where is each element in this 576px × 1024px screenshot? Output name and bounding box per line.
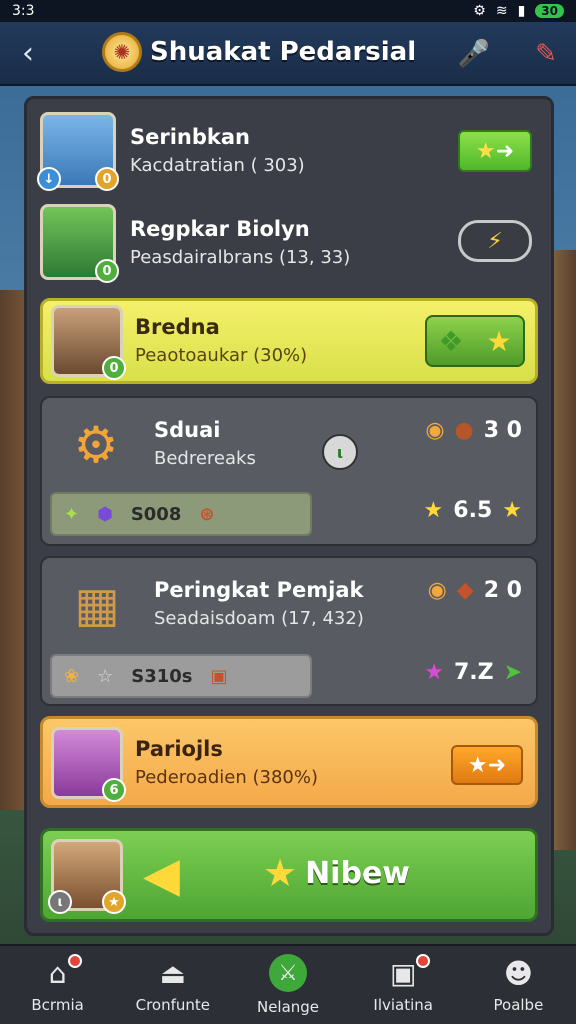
profile-icon: ☻ xyxy=(503,956,533,990)
rank-badge: 0 xyxy=(95,259,119,283)
player-stat: Pederoadien (380%) xyxy=(135,767,318,788)
entry-name: Sduai xyxy=(154,418,221,442)
player-stat: Peasdairalbrans (13, 33) xyxy=(130,246,351,268)
star-icon: ★ xyxy=(263,851,298,895)
arrow-left-icon: ◀ xyxy=(143,847,180,903)
score: 2 0 xyxy=(483,578,522,603)
treasure-chest-icon: ▦ xyxy=(74,577,120,633)
level-badge-icon: ι xyxy=(48,890,72,914)
microphone-icon[interactable]: 🎤 xyxy=(456,36,492,72)
arrow-right-button[interactable]: ★➜ xyxy=(451,745,523,785)
resource-bar: ❀ ☆ S310s ▣ xyxy=(50,654,312,698)
player-name: Bredna xyxy=(135,315,220,339)
crate-icon: ▣ xyxy=(210,665,228,687)
player-name: Serinbkan xyxy=(130,124,250,149)
coin-icon: ◉ xyxy=(427,578,447,603)
acorn-icon: ● xyxy=(454,418,474,443)
entry-sub: Bedrereaks xyxy=(154,448,256,469)
star-outline-icon: ☆ xyxy=(97,665,114,687)
notification-dot xyxy=(415,954,430,968)
nav-item-gallery[interactable]: ▣ Ilviatina xyxy=(346,946,461,1024)
paw-icon: ❀ xyxy=(64,665,80,687)
nav-item-home[interactable]: ⌂ Bcrmia xyxy=(0,946,115,1024)
resource-value: S008 xyxy=(130,503,182,525)
page-title: Shuakat Pedarsial xyxy=(150,37,417,67)
rating: 6.5 xyxy=(453,498,493,523)
challenge-button[interactable]: ★ ➜ xyxy=(458,130,532,172)
nav-item-battle[interactable]: ⚔ Nelange xyxy=(230,946,345,1024)
player-stat: Peaotoaukar (30%) xyxy=(135,345,308,366)
star-icon: ★ xyxy=(424,660,444,685)
score: 3 0 xyxy=(483,418,522,443)
entry-card[interactable]: ⚙ Sduai Bedrereaks ι ◉ ● 3 0 ✦ ⬢ S008 ⊛ … xyxy=(40,396,538,546)
entry-card[interactable]: ▦ Peringkat Pemjak Seadaisdoam (17, 432)… xyxy=(40,556,538,706)
arrow-right-icon: ➜ xyxy=(495,138,515,164)
bolt-icon: ⚡ xyxy=(487,228,503,254)
sword-icon: ⚔ xyxy=(269,954,307,992)
top-header: ‹ ✺ Shuakat Pedarsial 🎤 ✎ xyxy=(0,22,576,86)
signal-icon: ▮ xyxy=(517,3,526,19)
nav-item-profile[interactable]: ☻ Poalbe xyxy=(461,946,576,1024)
star-badge-icon: ✦ xyxy=(64,503,80,525)
wifi-icon: ≋ xyxy=(495,3,508,19)
nav-label: Nelange xyxy=(256,998,320,1016)
info-toggle-button[interactable]: ι xyxy=(322,434,358,470)
nav-label: Bcrmia xyxy=(31,996,84,1014)
avatar: 6 xyxy=(51,727,126,802)
reward-button[interactable]: ❖ ★ xyxy=(425,315,525,367)
avatar: 0 xyxy=(51,305,126,380)
rank-badge-icon: ★ xyxy=(102,890,126,914)
shield-icon: ⊛ xyxy=(199,503,215,525)
star-icon: ★ xyxy=(423,498,444,523)
nav-label: Cronfunte xyxy=(135,996,210,1014)
rating: 7.Z xyxy=(453,660,494,685)
arrow-right-icon: ➤ xyxy=(503,660,522,685)
back-button[interactable]: ‹ xyxy=(0,36,56,71)
rank-badge: 0 xyxy=(95,167,119,191)
nav-label: Ilviatina xyxy=(373,996,433,1014)
player-name: Pariojls xyxy=(135,737,223,761)
star-icon: ★ xyxy=(486,324,512,358)
entry-name: Peringkat Pemjak xyxy=(154,578,364,602)
gem-icon: ◆ xyxy=(456,578,474,603)
bottom-nav: ⌂ Bcrmia ⏏ Cronfunte ⚔ Nelange ▣ Ilviati… xyxy=(0,944,576,1024)
crystal-icon: ⬢ xyxy=(97,503,113,525)
avatar: ↓ 0 xyxy=(37,112,119,191)
rank-badge: 0 xyxy=(102,356,126,380)
status-bar: 3:3 ⚙ ≋ ▮ 30 xyxy=(0,0,576,22)
anvil-icon: ⏏ xyxy=(159,956,187,990)
rank-badge: 6 xyxy=(102,778,126,802)
star-icon: ★ xyxy=(502,498,522,523)
entry-sub: Seadaisdoam (17, 432) xyxy=(154,608,364,629)
avatar: 0 xyxy=(40,204,119,283)
level-badge-icon: ↓ xyxy=(37,167,61,191)
nav-label: Poalbe xyxy=(493,996,544,1014)
star-icon: ★ xyxy=(475,138,496,164)
coin-icon: ◉ xyxy=(425,418,445,443)
gear-icon: ⚙ xyxy=(473,3,486,19)
battery-icon: 30 xyxy=(535,4,564,18)
status-time: 3:3 xyxy=(12,3,35,19)
highlight-card[interactable]: 0 Bredna Peaotoaukar (30%) ❖ ★ xyxy=(40,298,538,384)
clock-emblem-icon: ⚙ xyxy=(73,416,119,474)
new-match-card[interactable]: ι ★ ◀ ★ Nibew xyxy=(40,828,538,922)
player-name: Regpkar Biolyn xyxy=(130,216,310,241)
notification-dot xyxy=(68,954,82,968)
gem-icon: ❖ xyxy=(438,324,464,358)
player-stat: Kacdatratian ( 303) xyxy=(130,154,305,176)
avatar: ι ★ xyxy=(48,839,126,914)
entry-card-orange[interactable]: 6 Pariojls Pederoadien (380%) ★➜ xyxy=(40,716,538,808)
arrow-right-icon: ★➜ xyxy=(467,752,507,778)
new-button-label: Nibew xyxy=(305,855,411,891)
emblem-icon: ✺ xyxy=(102,32,142,72)
resource-bar: ✦ ⬢ S008 ⊛ xyxy=(50,492,312,536)
resource-value: S310s xyxy=(131,665,193,687)
nav-item-forge[interactable]: ⏏ Cronfunte xyxy=(115,946,230,1024)
bolt-toggle-button[interactable]: ⚡ xyxy=(458,220,532,262)
edit-icon[interactable]: ✎ xyxy=(528,36,564,72)
